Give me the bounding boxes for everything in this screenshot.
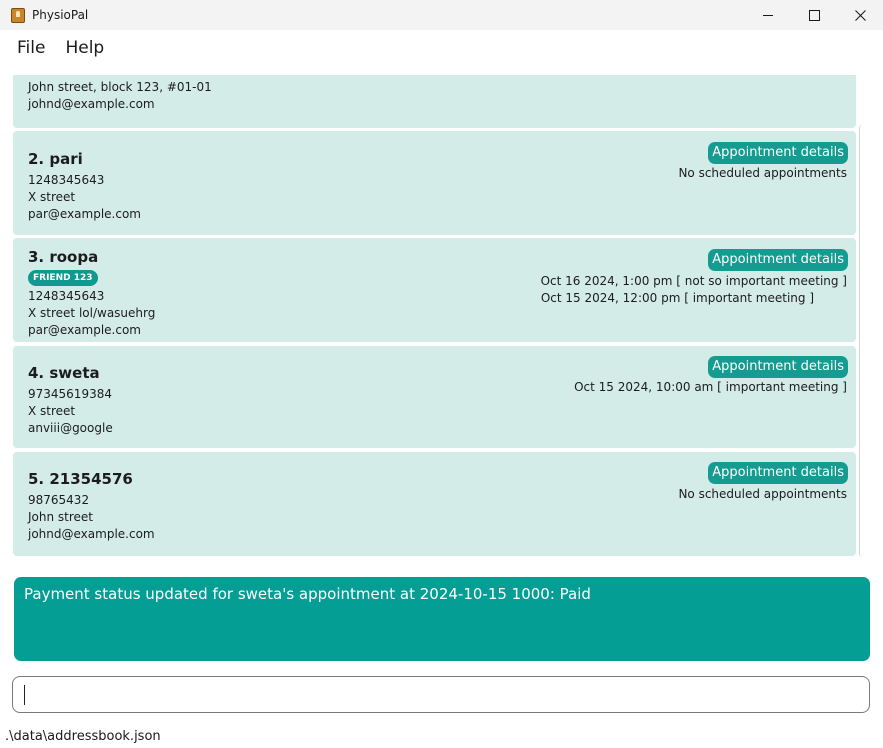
person-address: John street: [28, 510, 94, 524]
person-name: 4. sweta: [28, 364, 100, 382]
appointment-details-button[interactable]: Appointment details: [708, 356, 848, 378]
person-card[interactable]: 4. sweta 97345619384 X street anviii@goo…: [13, 346, 856, 448]
person-email: johnd@example.com: [28, 97, 155, 111]
list-scrollbar[interactable]: [859, 125, 872, 557]
person-address: X street: [28, 404, 76, 418]
appointment-details-button[interactable]: Appointment details: [708, 462, 848, 484]
person-card[interactable]: John street, block 123, #01-01 johnd@exa…: [13, 75, 856, 128]
text-caret: [24, 685, 25, 705]
person-card[interactable]: 5. 21354576 98765432 John street johnd@e…: [13, 452, 856, 556]
person-phone: 1248345643: [28, 289, 105, 303]
command-input[interactable]: [23, 682, 857, 709]
person-email: par@example.com: [28, 323, 141, 337]
person-name: 3. roopa: [28, 248, 99, 266]
person-address: X street lol/wasuehrg: [28, 306, 156, 320]
minimize-icon[interactable]: [745, 0, 791, 30]
app-icon: [11, 7, 25, 23]
person-email: johnd@example.com: [28, 527, 155, 541]
appointment-entry: Oct 15 2024, 12:00 pm [ important meetin…: [540, 291, 814, 305]
person-name: 2. pari: [28, 150, 83, 168]
status-bar: .\data\addressbook.json: [0, 728, 883, 748]
person-phone: 98765432: [28, 493, 90, 507]
result-display: Payment status updated for sweta's appoi…: [14, 577, 870, 661]
maximize-icon[interactable]: [791, 0, 837, 30]
person-email: par@example.com: [28, 207, 141, 221]
person-card[interactable]: 2. pari 1248345643 X street par@example.…: [13, 131, 856, 235]
person-email: anviii@google: [28, 421, 113, 435]
menu-help[interactable]: Help: [57, 38, 112, 58]
appointment-entry: Oct 15 2024, 10:00 am [ important meetin…: [574, 380, 847, 394]
command-box[interactable]: [12, 676, 870, 713]
appointment-entry: Oct 16 2024, 1:00 pm [ not so important …: [540, 274, 847, 288]
person-name: 5. 21354576: [28, 470, 133, 488]
result-message: Payment status updated for sweta's appoi…: [24, 585, 591, 603]
appointment-details-button[interactable]: Appointment details: [708, 249, 848, 271]
person-tag: FRIEND 123: [28, 270, 98, 286]
menu-file[interactable]: File: [9, 38, 53, 58]
appointment-entry: No scheduled appointments: [678, 487, 847, 501]
person-card[interactable]: 3. roopa FRIEND 123 1248345643 X street …: [13, 238, 856, 342]
title-bar: PhysioPal: [0, 0, 883, 30]
menu-bar: File Help: [0, 30, 883, 66]
save-location: .\data\addressbook.json: [5, 729, 161, 744]
person-address: John street, block 123, #01-01: [28, 80, 212, 94]
person-list[interactable]: John street, block 123, #01-01 johnd@exa…: [0, 75, 883, 559]
appointment-details-button[interactable]: Appointment details: [708, 142, 848, 164]
close-icon[interactable]: [837, 0, 883, 30]
appointment-entry: No scheduled appointments: [678, 166, 847, 180]
person-address: X street: [28, 190, 76, 204]
window-controls: [745, 0, 883, 30]
person-phone: 97345619384: [28, 387, 112, 401]
person-phone: 1248345643: [28, 173, 105, 187]
window-title: PhysioPal: [32, 8, 89, 22]
